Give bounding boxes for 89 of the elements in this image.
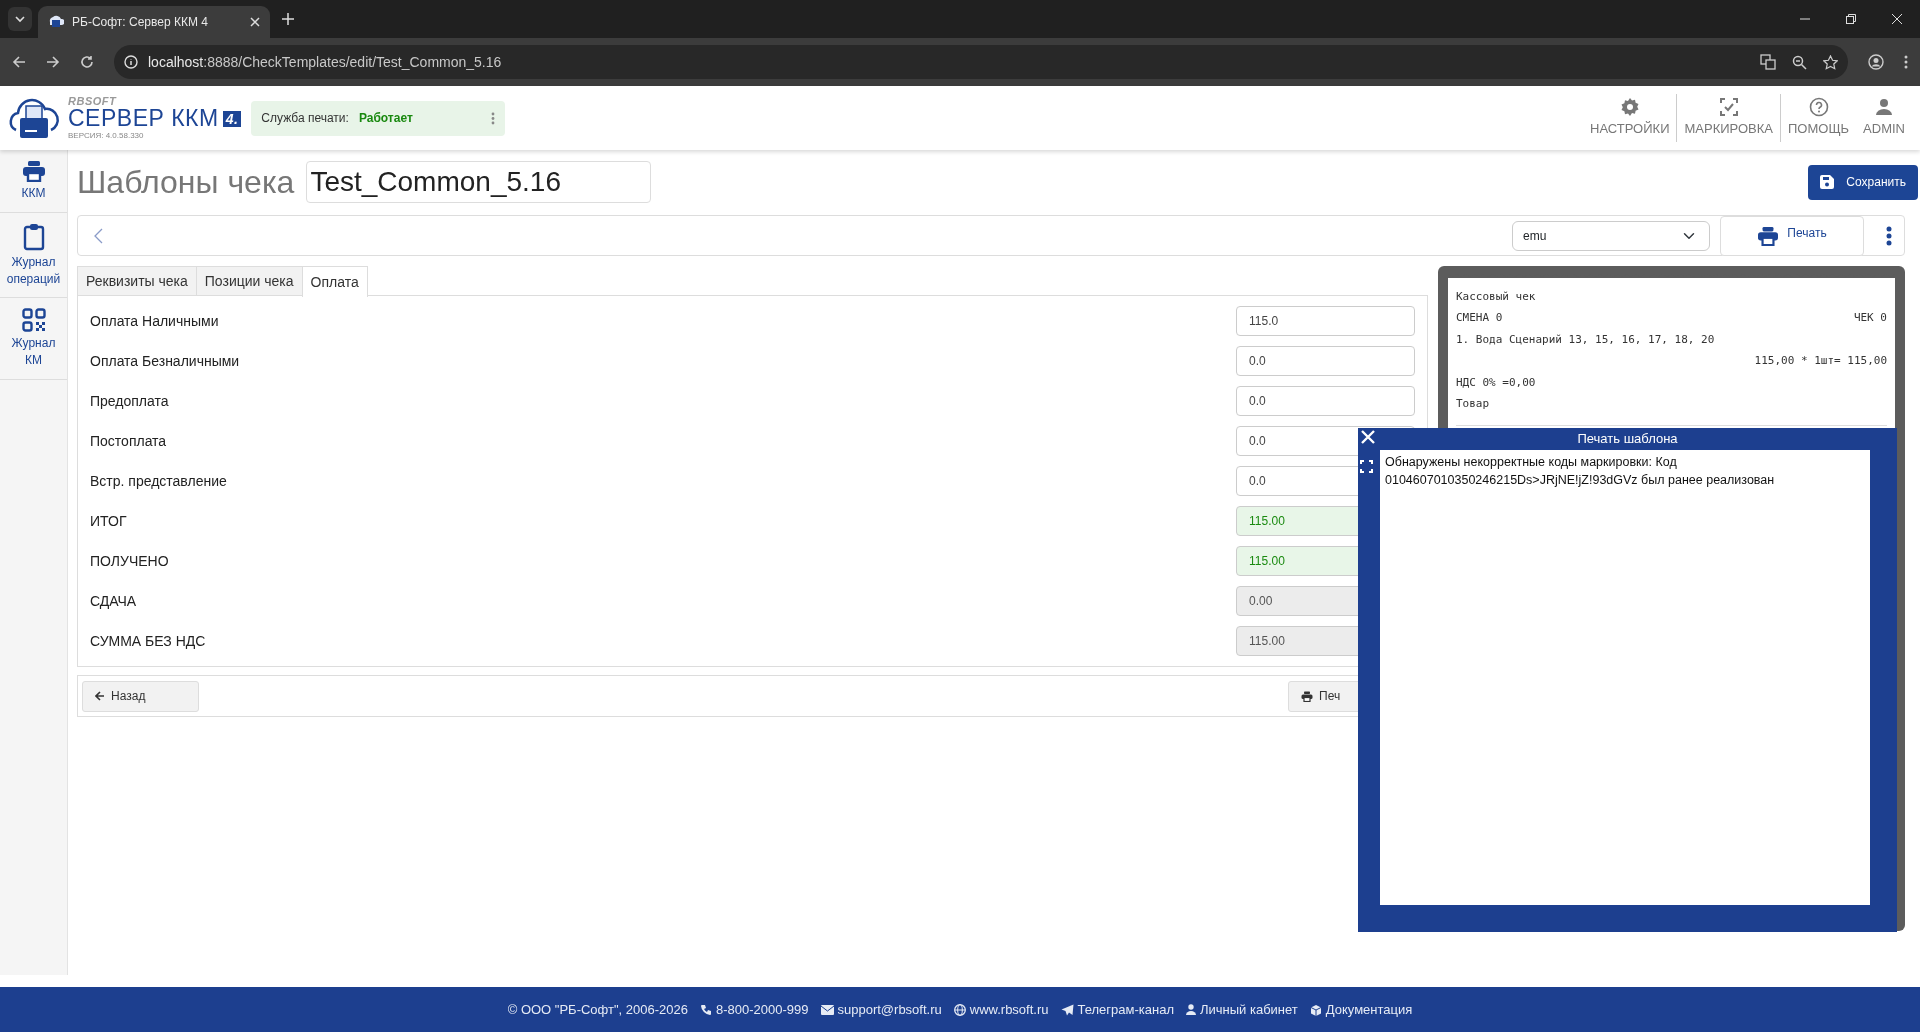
- tab[interactable]: Позиции чека: [195, 266, 303, 295]
- field-label: Предоплата: [90, 391, 170, 411]
- tab-list-button[interactable]: [8, 7, 32, 31]
- scan-check-icon: [1718, 97, 1739, 118]
- footer-link[interactable]: Личный кабинет: [1186, 999, 1298, 1020]
- kebab-icon[interactable]: [1886, 225, 1892, 246]
- save-button[interactable]: Сохранить: [1808, 164, 1918, 200]
- footer-link[interactable]: Документация: [1309, 999, 1413, 1020]
- menu-icon[interactable]: [1904, 55, 1908, 69]
- box-icon: [1309, 1003, 1322, 1016]
- arrow-left-icon: [95, 691, 105, 701]
- receipt-text: Товар: [1456, 396, 1490, 412]
- fullscreen-icon[interactable]: [1360, 460, 1373, 473]
- receipt-text: 115,00 * 1шт= 115,00: [1754, 353, 1887, 369]
- clipboard-icon: [22, 222, 45, 251]
- user-icon: [1186, 1004, 1196, 1015]
- device-select[interactable]: emu: [1512, 220, 1710, 251]
- reload-icon[interactable]: [80, 55, 94, 69]
- forward-icon[interactable]: [46, 55, 60, 69]
- receipt-text: СМЕНА 0: [1456, 310, 1503, 326]
- field-label: Встр. представление: [90, 471, 228, 491]
- printer-icon: [1757, 225, 1780, 246]
- browser-tab[interactable]: РБ-Софт: Сервер ККМ 4: [38, 6, 270, 38]
- tab[interactable]: Реквизиты чека: [77, 266, 197, 295]
- input-field[interactable]: 0.0: [1236, 386, 1415, 416]
- close-icon[interactable]: [1892, 14, 1902, 24]
- globe-icon: [953, 1003, 966, 1016]
- product-name: СЕРВЕР ККМ: [68, 107, 219, 130]
- field-label: СДАЧА: [90, 591, 138, 611]
- url-text: localhost:8888/CheckTemplates/edit/Test_Common_5.16: [148, 52, 502, 72]
- field-label: ИТОГ: [90, 511, 128, 531]
- translate-icon[interactable]: [1760, 54, 1776, 70]
- field-label: Постоплата: [90, 431, 168, 451]
- input-field[interactable]: 0.0: [1236, 346, 1415, 376]
- field-label: Оплата Безналичными: [90, 351, 241, 371]
- page-title: Шаблоны чека: [77, 162, 295, 202]
- printer-icon: [1301, 690, 1313, 702]
- profile-icon[interactable]: [1868, 54, 1884, 70]
- sidebar-item[interactable]: ККМ: [0, 150, 67, 213]
- footer-link[interactable]: 8-800-2000-999: [699, 999, 809, 1020]
- field-label: СУММА БЕЗ НДС: [90, 631, 207, 651]
- service-status: Работает: [358, 110, 413, 127]
- dialog-title: Печать шаблона: [1577, 430, 1678, 449]
- footer-link[interactable]: www.rbsoft.ru: [953, 999, 1049, 1020]
- receipt-text: Кассовый чек: [1456, 288, 1536, 305]
- help-icon: [1808, 97, 1829, 118]
- info-icon[interactable]: [124, 55, 138, 69]
- nav-item[interactable]: ADMIN: [1856, 97, 1912, 139]
- address-bar[interactable]: localhost:8888/CheckTemplates/edit/Test_Common_5.16: [114, 45, 1848, 79]
- printer-icon: [21, 160, 46, 182]
- field-label: ПОЛУЧЕНО: [90, 551, 170, 571]
- back-button[interactable]: Назад: [82, 680, 199, 712]
- printer-icon: [48, 14, 64, 30]
- nav-item[interactable]: ПОМОЩЬ: [1781, 97, 1857, 139]
- envelope-icon: [820, 1004, 834, 1015]
- print-button[interactable]: Печать: [1720, 215, 1864, 256]
- version-badge: 4.: [222, 110, 242, 127]
- sidebar-item[interactable]: Журнал КМ: [0, 298, 67, 380]
- phone-icon: [699, 1003, 712, 1016]
- receipt-text: 1. Вода Сценарий 13, 15, 16, 17, 18, 20: [1456, 331, 1715, 348]
- user-icon: [1874, 97, 1895, 118]
- footer-link[interactable]: support@rbsoft.ru: [820, 999, 942, 1020]
- template-name-field[interactable]: Test_Common_5.16: [306, 161, 652, 203]
- footer-link[interactable]: Телеграм-канал: [1060, 999, 1174, 1020]
- tab-title: РБ-Софт: Сервер ККМ 4: [72, 14, 209, 31]
- receipt-text: НДС 0% =0,00: [1456, 374, 1536, 391]
- receipt-text: ЧЕК 0: [1853, 310, 1887, 326]
- tab[interactable]: Оплата: [301, 266, 368, 297]
- gear-icon: [1619, 97, 1640, 118]
- service-label: Служба печати:: [261, 110, 349, 127]
- back-icon[interactable]: [12, 55, 26, 69]
- nav-item[interactable]: НАСТРОЙКИ: [1583, 97, 1677, 139]
- paper-plane-icon: [1060, 1003, 1074, 1016]
- close-icon[interactable]: [250, 17, 260, 27]
- star-icon[interactable]: [1823, 54, 1838, 70]
- field-label: Оплата Наличными: [90, 311, 220, 331]
- caret-icon: [14, 13, 26, 25]
- copyright-text: © ООО "РБ-Софт", 2006-2026: [507, 1000, 688, 1019]
- version-text: ВЕРСИЯ: 4.0.58.330: [68, 132, 145, 140]
- zoom-icon[interactable]: [1792, 54, 1807, 70]
- brand-text: RBSOFT: [68, 96, 118, 107]
- input-field[interactable]: 115.0: [1236, 306, 1415, 336]
- restore-icon[interactable]: [1846, 14, 1856, 24]
- qr-code-icon: [21, 308, 46, 333]
- logo-icon: [8, 96, 60, 140]
- sidebar-item[interactable]: Журнал операций: [0, 212, 67, 299]
- nav-item[interactable]: МАРКИРОВКА: [1677, 97, 1780, 139]
- chevron-left-icon[interactable]: [94, 227, 103, 244]
- plus-icon[interactable]: [282, 13, 294, 25]
